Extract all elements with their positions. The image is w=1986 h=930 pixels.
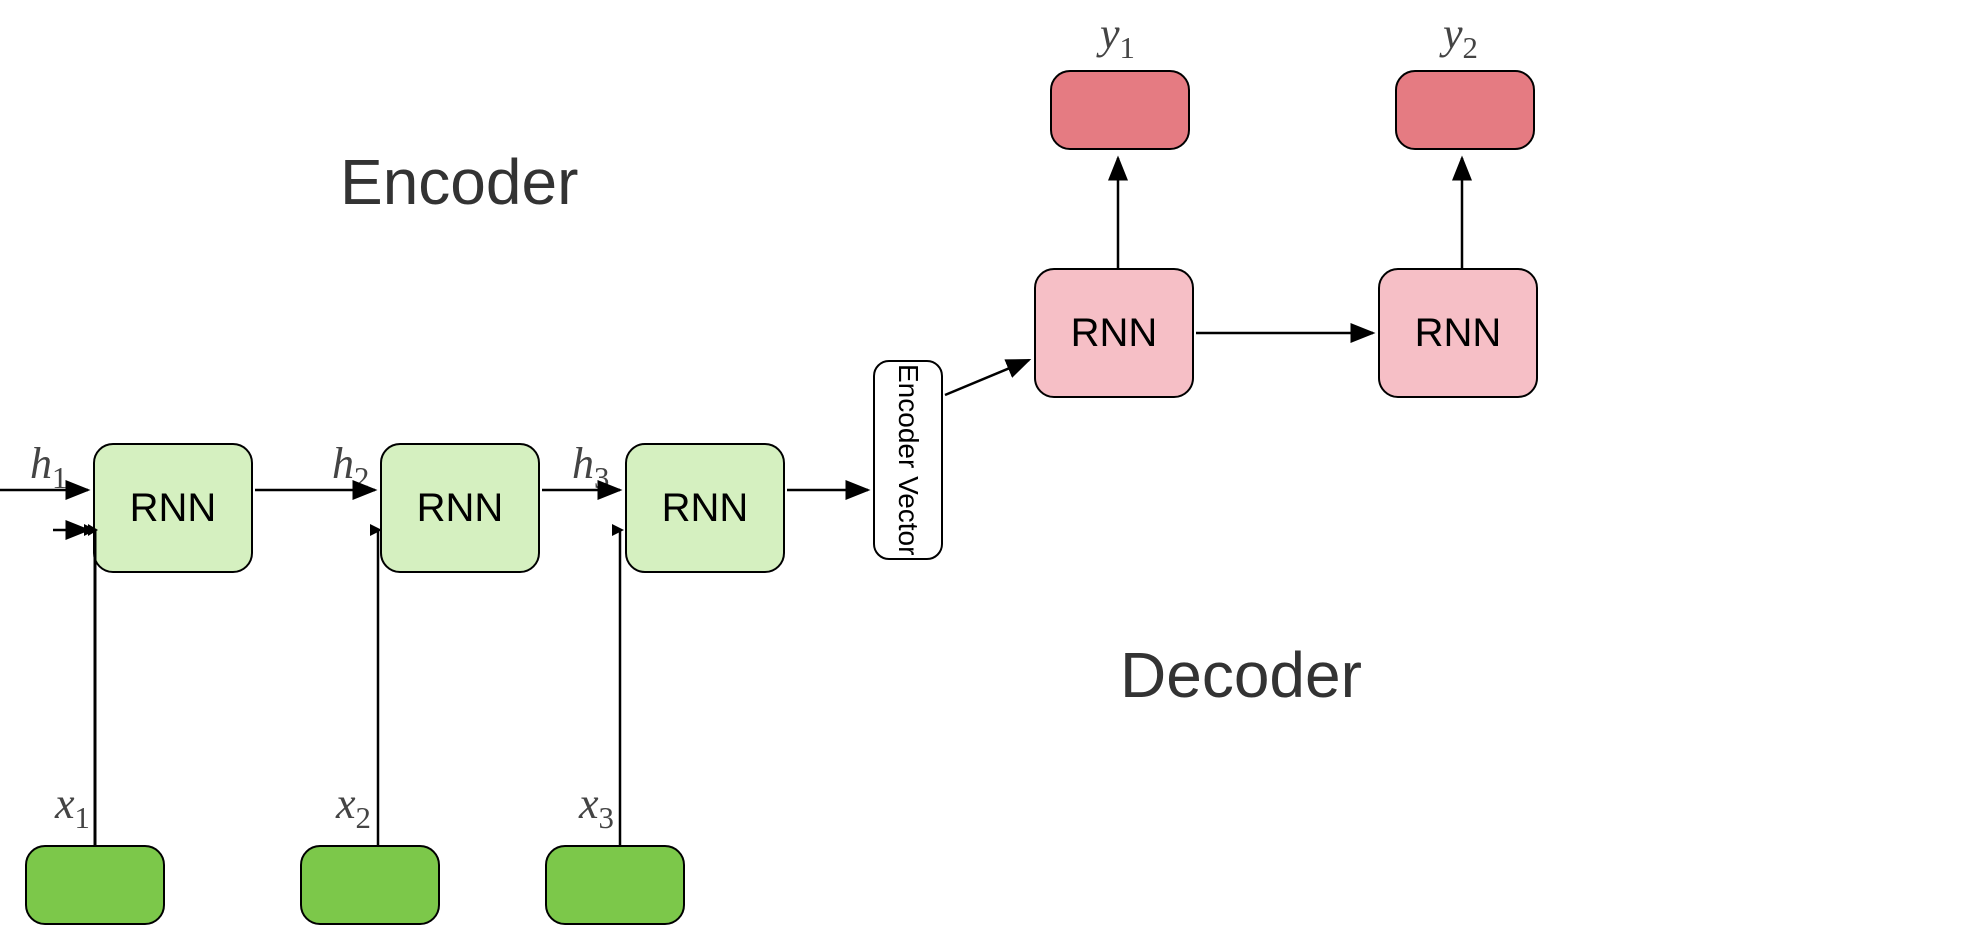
input-x3-box — [545, 845, 685, 925]
label-x1: x1 — [55, 778, 90, 836]
label-x2: x2 — [336, 778, 371, 836]
encoder-rnn-2: RNN — [380, 443, 540, 573]
decoder-title: Decoder — [1120, 638, 1362, 712]
label-y2: y2 — [1443, 8, 1478, 66]
input-x1-box — [25, 845, 165, 925]
encoder-vector: Encoder Vector — [873, 360, 943, 560]
decoder-rnn-1: RNN — [1034, 268, 1194, 398]
output-y2-box — [1395, 70, 1535, 150]
diagram-arrows — [0, 0, 1986, 930]
label-y1: y1 — [1100, 8, 1135, 66]
label-h2: h2 — [332, 438, 369, 496]
encoder-rnn-1: RNN — [93, 443, 253, 573]
input-x2-box — [300, 845, 440, 925]
label-x3: x3 — [579, 778, 614, 836]
decoder-rnn-2: RNN — [1378, 268, 1538, 398]
encoder-title: Encoder — [340, 145, 578, 219]
output-y1-box — [1050, 70, 1190, 150]
label-h3: h3 — [572, 438, 609, 496]
label-h1: h1 — [30, 438, 67, 496]
diagram-arrows-vertical — [0, 0, 1986, 930]
encoder-rnn-3: RNN — [625, 443, 785, 573]
